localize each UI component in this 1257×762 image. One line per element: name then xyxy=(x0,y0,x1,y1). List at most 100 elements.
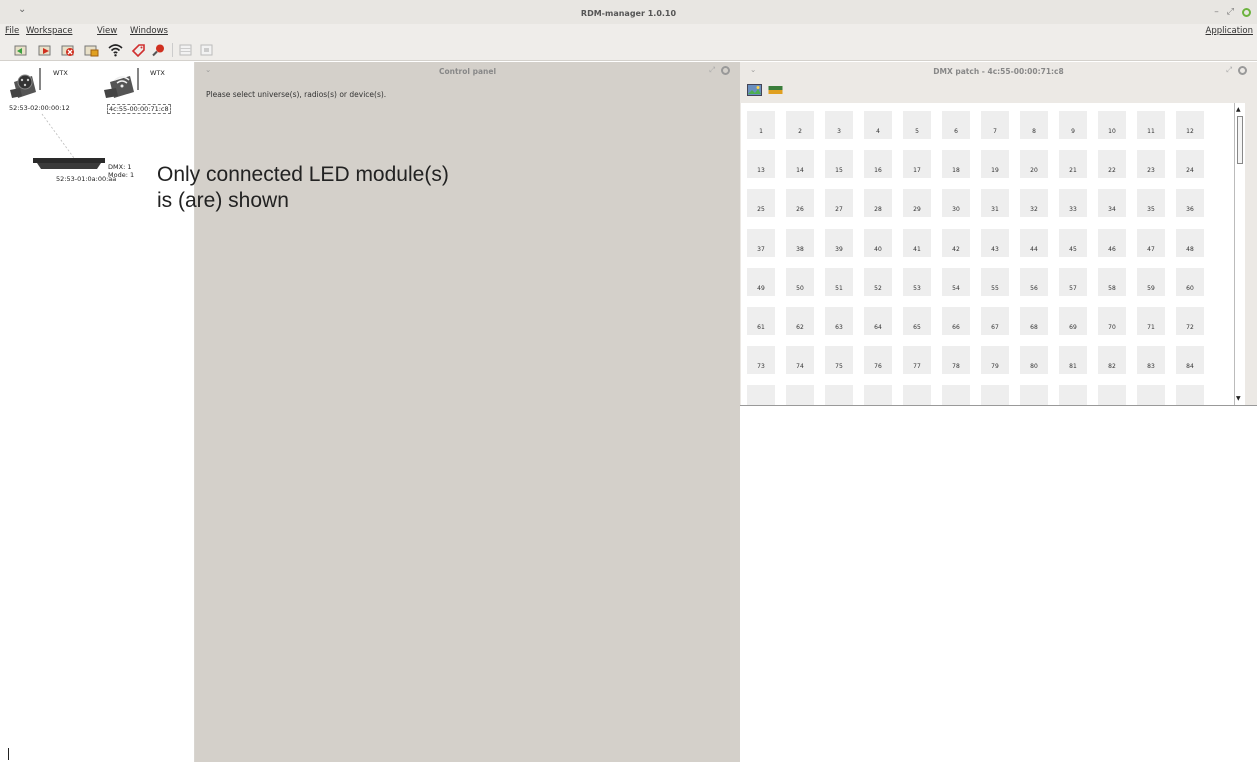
dmx-channel-cell[interactable]: 10 xyxy=(1098,111,1126,139)
dmx-channel-cell[interactable]: 43 xyxy=(981,228,1009,257)
dmx-channel-cell[interactable]: 47 xyxy=(1137,228,1165,257)
device-remove-icon[interactable] xyxy=(61,43,76,57)
dmx-channel-cell[interactable]: 71 xyxy=(1137,307,1165,335)
dmx-channel-cell[interactable]: 82 xyxy=(1098,346,1126,375)
dmx-channel-cell[interactable]: 76 xyxy=(864,346,892,375)
dmx-channel-cell[interactable]: 64 xyxy=(864,307,892,335)
dmx-channel-cell[interactable]: 21 xyxy=(1059,150,1087,179)
dmx-channel-cell[interactable]: 83 xyxy=(1137,346,1165,375)
dmx-channel-cell[interactable]: 49 xyxy=(747,267,775,296)
dmx-channel-cell[interactable] xyxy=(981,385,1009,405)
dmx-channel-cell[interactable]: 22 xyxy=(1098,150,1126,179)
dmx-channel-cell[interactable]: 39 xyxy=(825,228,853,257)
dmx-channel-cell[interactable] xyxy=(903,385,931,405)
dmx-channel-cell[interactable]: 51 xyxy=(825,267,853,296)
dmx-channel-cell[interactable]: 16 xyxy=(864,150,892,179)
dmx-channel-cell[interactable]: 35 xyxy=(1137,189,1165,218)
dmx-channel-cell[interactable]: 81 xyxy=(1059,346,1087,375)
minimize-icon[interactable]: – xyxy=(1214,7,1219,17)
dmx-channel-cell[interactable]: 32 xyxy=(1020,189,1048,218)
dmx-channel-cell[interactable]: 9 xyxy=(1059,111,1087,139)
search-icon[interactable] xyxy=(151,43,166,57)
dmx-channel-cell[interactable] xyxy=(825,385,853,405)
dmx-channel-cell[interactable]: 68 xyxy=(1020,307,1048,335)
dmx-channel-cell[interactable]: 17 xyxy=(903,150,931,179)
dmx-channel-cell[interactable]: 29 xyxy=(903,189,931,218)
dmx-channel-cell[interactable]: 33 xyxy=(1059,189,1087,218)
dmx-channel-cell[interactable]: 67 xyxy=(981,307,1009,335)
dmx-channel-cell[interactable]: 80 xyxy=(1020,346,1048,375)
dmx-grid-scrollbar[interactable]: ▲ ▼ xyxy=(1234,103,1245,405)
dmx-channel-cell[interactable]: 58 xyxy=(1098,267,1126,296)
dmx-channel-cell[interactable]: 37 xyxy=(747,228,775,257)
wifi-icon[interactable] xyxy=(108,43,123,57)
dmx-channel-cell[interactable]: 54 xyxy=(942,267,970,296)
dmx-channel-cell[interactable] xyxy=(1098,385,1126,405)
dmx-channel-cell[interactable] xyxy=(1059,385,1087,405)
dmx-channel-cell[interactable]: 7 xyxy=(981,111,1009,139)
tag-icon[interactable] xyxy=(131,43,146,57)
dmx-channel-cell[interactable]: 52 xyxy=(864,267,892,296)
dmx-channel-cell[interactable]: 70 xyxy=(1098,307,1126,335)
dmx-channel-cell[interactable]: 19 xyxy=(981,150,1009,179)
scroll-down-icon[interactable]: ▼ xyxy=(1236,395,1241,402)
dmx-channel-cell[interactable]: 55 xyxy=(981,267,1009,296)
dmx-channel-cell[interactable]: 34 xyxy=(1098,189,1126,218)
dmx-connector-icon[interactable] xyxy=(10,66,46,100)
dmx-channel-cell[interactable]: 84 xyxy=(1176,346,1204,375)
menu-file[interactable]: File xyxy=(5,26,19,36)
dmx-channel-cell[interactable]: 57 xyxy=(1059,267,1087,296)
dmx-channel-cell[interactable]: 60 xyxy=(1176,267,1204,296)
node-label-2-selected[interactable]: 4c:55-00:00:71:c8 xyxy=(107,104,171,114)
menu-workspace[interactable]: Workspace xyxy=(26,26,72,36)
device-next-icon[interactable] xyxy=(38,43,53,57)
dmx-channel-cell[interactable] xyxy=(942,385,970,405)
dmx-channel-cell[interactable]: 48 xyxy=(1176,228,1204,257)
device-folder-icon[interactable] xyxy=(84,43,99,57)
dmx-channel-cell[interactable]: 23 xyxy=(1137,150,1165,179)
dmx-channel-cell[interactable]: 59 xyxy=(1137,267,1165,296)
dmx-channel-cell[interactable] xyxy=(786,385,814,405)
dmx-channel-cell[interactable] xyxy=(864,385,892,405)
dmx-channel-cell[interactable]: 74 xyxy=(786,346,814,375)
dmx-channel-cell[interactable] xyxy=(1020,385,1048,405)
dmx-channel-cell[interactable]: 56 xyxy=(1020,267,1048,296)
dmx-channel-cell[interactable]: 15 xyxy=(825,150,853,179)
dmx-channel-cell[interactable]: 31 xyxy=(981,189,1009,218)
dmx-channel-cell[interactable]: 69 xyxy=(1059,307,1087,335)
dmx-channel-cell[interactable]: 77 xyxy=(903,346,931,375)
wireless-transmitter-icon[interactable] xyxy=(104,66,144,100)
device-label[interactable]: 52:53-01:0a:00:aa xyxy=(56,175,116,183)
dmx-channel-cell[interactable] xyxy=(1137,385,1165,405)
patch-image-icon[interactable] xyxy=(747,84,762,96)
dmx-channel-cell[interactable]: 11 xyxy=(1137,111,1165,139)
dmx-channel-cell[interactable]: 38 xyxy=(786,228,814,257)
menu-view[interactable]: View xyxy=(97,26,117,36)
dmx-channel-cell[interactable]: 5 xyxy=(903,111,931,139)
dmx-channel-cell[interactable]: 4 xyxy=(864,111,892,139)
control-panel-close-icon[interactable] xyxy=(721,65,730,75)
dmx-channel-cell[interactable]: 30 xyxy=(942,189,970,218)
dmx-channel-cell[interactable] xyxy=(747,385,775,405)
dmx-channel-cell[interactable]: 72 xyxy=(1176,307,1204,335)
dmx-channel-grid[interactable]: 1 2 3 4 5 6 7 8 9 10 11 12 13 14 15 16 17 18 19 20 21 22 23 24 2… xyxy=(741,103,1234,405)
dmx-channel-cell[interactable]: 18 xyxy=(942,150,970,179)
dmx-channel-cell[interactable]: 14 xyxy=(786,150,814,179)
dmx-patch-close-icon[interactable] xyxy=(1238,65,1247,75)
dmx-channel-cell[interactable]: 61 xyxy=(747,307,775,335)
dmx-channel-cell[interactable]: 42 xyxy=(942,228,970,257)
led-bar-icon[interactable] xyxy=(31,156,107,170)
menu-windows[interactable]: Windows xyxy=(130,26,168,36)
dmx-channel-cell[interactable]: 45 xyxy=(1059,228,1087,257)
dmx-channel-cell[interactable]: 65 xyxy=(903,307,931,335)
dmx-channel-cell[interactable]: 24 xyxy=(1176,150,1204,179)
scroll-up-icon[interactable]: ▲ xyxy=(1236,106,1241,113)
dmx-channel-cell[interactable]: 28 xyxy=(864,189,892,218)
dmx-channel-cell[interactable]: 36 xyxy=(1176,189,1204,218)
restore-icon[interactable]: ⤢ xyxy=(1227,7,1234,17)
dmx-channel-cell[interactable]: 50 xyxy=(786,267,814,296)
dmx-channel-cell[interactable]: 79 xyxy=(981,346,1009,375)
menu-application[interactable]: Application xyxy=(1206,26,1254,36)
scrollbar-thumb[interactable] xyxy=(1237,116,1243,164)
dmx-channel-cell[interactable]: 1 xyxy=(747,111,775,139)
